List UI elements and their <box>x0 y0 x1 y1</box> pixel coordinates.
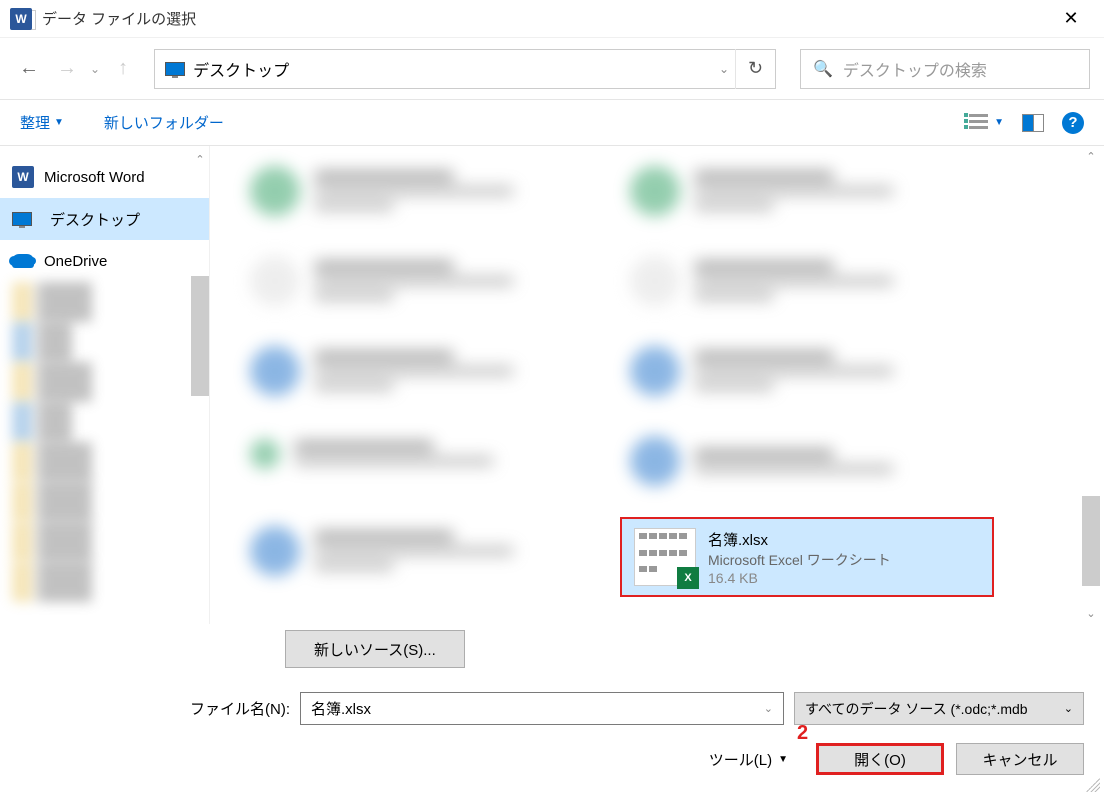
sidebar-blurred-item[interactable] <box>12 482 197 522</box>
sidebar-blurred-item[interactable] <box>12 522 197 562</box>
search-icon: 🔍 <box>813 59 833 79</box>
sidebar-blurred-item[interactable] <box>12 322 197 362</box>
bottom-panel: 新しいソース(S)... ファイル名(N): 名簿.xlsx ⌄ すべてのデータ… <box>0 624 1104 787</box>
file-blurred-item[interactable] <box>630 346 894 396</box>
close-icon: ✕ <box>1063 8 1078 29</box>
file-name: 名簿.xlsx <box>708 529 980 550</box>
caret-down-icon: ▼ <box>778 754 788 765</box>
search-placeholder: デスクトップの検索 <box>843 57 987 81</box>
location-text: デスクトップ <box>193 57 713 81</box>
filename-input[interactable]: 名簿.xlsx ⌄ <box>300 692 784 725</box>
file-blurred-item[interactable] <box>250 346 514 396</box>
file-blurred-item[interactable] <box>250 526 514 576</box>
open-button[interactable]: 2 開く(O) <box>816 743 944 775</box>
onedrive-icon <box>12 254 34 268</box>
sidebar: ⌃ W Microsoft Word デスクトップ OneDrive <box>0 146 210 624</box>
back-button[interactable]: ← <box>14 54 44 84</box>
file-blurred-item[interactable] <box>250 436 494 471</box>
main-area: ⌃ W Microsoft Word デスクトップ OneDrive ⌃ ⌄ <box>0 146 1104 624</box>
filename-value: 名簿.xlsx <box>311 698 371 719</box>
sidebar-label-desktop: デスクトップ <box>50 209 140 230</box>
resize-grip[interactable] <box>1086 778 1100 792</box>
desktop-icon <box>165 62 185 76</box>
desktop-icon <box>12 212 32 226</box>
sidebar-blurred-item[interactable] <box>12 362 197 402</box>
new-folder-button[interactable]: 新しいフォルダー <box>104 112 224 133</box>
address-bar[interactable]: デスクトップ ⌄ ↻ <box>154 49 776 89</box>
file-list: ⌃ ⌄ 1 X 名簿.xlsx Microsoft Excel ワークシート 1… <box>210 146 1104 624</box>
content-scroll-down[interactable]: ⌄ <box>1082 607 1100 620</box>
history-dropdown[interactable]: ⌄ <box>90 62 100 76</box>
word-icon: W <box>12 166 34 188</box>
address-dropdown-icon[interactable]: ⌄ <box>713 62 735 76</box>
file-blurred-item[interactable] <box>250 166 514 216</box>
new-folder-label: 新しいフォルダー <box>104 112 224 133</box>
sidebar-scroll-up[interactable]: ⌃ <box>191 150 209 168</box>
word-app-icon: W <box>10 8 32 30</box>
filetype-value: すべてのデータ ソース (*.odc;*.mdb <box>805 699 1028 719</box>
sidebar-blurred-item[interactable] <box>12 402 197 442</box>
search-input[interactable]: 🔍 デスクトップの検索 <box>800 49 1090 89</box>
preview-pane-button[interactable] <box>1022 114 1044 132</box>
new-source-button[interactable]: 新しいソース(S)... <box>285 630 465 668</box>
view-dropdown-icon[interactable]: ▼ <box>994 117 1004 128</box>
file-blurred-item[interactable] <box>630 436 894 486</box>
file-blurred-item[interactable] <box>250 256 514 306</box>
file-type: Microsoft Excel ワークシート <box>708 550 980 570</box>
close-button[interactable]: ✕ <box>1048 4 1094 34</box>
filename-label: ファイル名(N): <box>190 698 290 719</box>
filetype-select[interactable]: すべてのデータ ソース (*.odc;*.mdb ⌄ <box>794 692 1084 725</box>
content-scrollbar-thumb[interactable] <box>1082 496 1100 586</box>
sidebar-blurred-item[interactable] <box>12 442 197 482</box>
open-label: 開く(O) <box>854 752 906 769</box>
sidebar-item-word[interactable]: W Microsoft Word <box>0 156 209 198</box>
organize-menu[interactable]: 整理 ▼ <box>20 112 64 133</box>
tools-label: ツール(L) <box>709 749 772 770</box>
navigation-bar: ← → ⌄ ↑ デスクトップ ⌄ ↻ 🔍 デスクトップの検索 <box>0 38 1104 100</box>
cancel-button[interactable]: キャンセル <box>956 743 1084 775</box>
file-info: 名簿.xlsx Microsoft Excel ワークシート 16.4 KB <box>708 529 980 586</box>
refresh-button[interactable]: ↻ <box>735 49 775 89</box>
file-size: 16.4 KB <box>708 570 980 586</box>
view-mode-button[interactable] <box>964 113 988 133</box>
filename-dropdown-icon[interactable]: ⌄ <box>764 702 773 715</box>
sidebar-label-onedrive: OneDrive <box>44 253 107 270</box>
tools-menu[interactable]: ツール(L) ▼ <box>709 749 788 770</box>
forward-button[interactable]: → <box>52 54 82 84</box>
sidebar-label-word: Microsoft Word <box>44 169 145 186</box>
sidebar-item-desktop[interactable]: デスクトップ <box>0 198 209 240</box>
file-blurred-item[interactable] <box>630 256 894 306</box>
content-scroll-up[interactable]: ⌃ <box>1082 150 1100 163</box>
sidebar-item-onedrive[interactable]: OneDrive <box>0 240 209 282</box>
refresh-icon: ↻ <box>748 58 763 79</box>
toolbar: 整理 ▼ 新しいフォルダー ▼ ? <box>0 100 1104 146</box>
select-dropdown-icon: ⌄ <box>1064 702 1073 715</box>
caret-down-icon: ▼ <box>54 117 64 128</box>
sidebar-blurred-item[interactable] <box>12 562 197 602</box>
up-button[interactable]: ↑ <box>108 54 138 84</box>
file-item-selected[interactable]: X 名簿.xlsx Microsoft Excel ワークシート 16.4 KB <box>620 517 994 597</box>
organize-label: 整理 <box>20 112 50 133</box>
title-bar: W データ ファイルの選択 ✕ <box>0 0 1104 38</box>
dialog-title: データ ファイルの選択 <box>42 8 196 29</box>
excel-icon: X <box>677 567 699 589</box>
file-blurred-item[interactable] <box>630 166 894 216</box>
sidebar-blurred-item[interactable] <box>12 282 197 322</box>
help-button[interactable]: ? <box>1062 112 1084 134</box>
file-thumbnail: X <box>634 528 696 586</box>
annotation-2: 2 <box>797 722 808 745</box>
